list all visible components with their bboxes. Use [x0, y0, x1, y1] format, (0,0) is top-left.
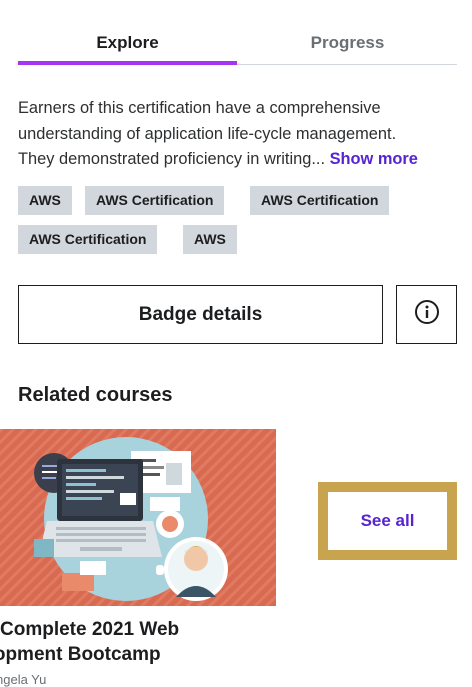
badge-description: Earners of this certification have a com…: [18, 96, 468, 173]
skill-tag[interactable]: AWS Certification: [85, 186, 225, 215]
skill-tag[interactable]: AWS: [183, 225, 237, 254]
info-circle-icon: [414, 299, 440, 330]
course-author: ngela Yu: [0, 672, 47, 687]
badge-details-button[interactable]: Badge details: [18, 285, 383, 344]
see-all-button[interactable]: See all: [328, 492, 447, 550]
course-thumbnail[interactable]: [0, 429, 276, 606]
tab-bar: Explore Progress: [18, 22, 457, 65]
skill-tag[interactable]: AWS Certification: [250, 186, 390, 215]
tab-explore[interactable]: Explore: [18, 22, 237, 65]
related-courses-heading: Related courses: [18, 384, 173, 406]
course-title[interactable]: Complete 2021 Web elopment Bootcamp: [0, 618, 179, 667]
show-more-link[interactable]: Show more: [330, 150, 418, 168]
skill-tag[interactable]: AWS: [18, 186, 72, 215]
see-all-focus-ring: See all: [318, 482, 457, 560]
badge-details-label: Badge details: [138, 303, 263, 325]
info-button[interactable]: [396, 285, 457, 344]
description-line: understanding of application life-cycle …: [18, 124, 397, 143]
course-title-line: elopment Bootcamp: [0, 643, 161, 665]
skill-tag[interactable]: AWS Certification: [18, 225, 158, 254]
course-title-line: Complete 2021 Web: [0, 619, 180, 640]
description-line: They demonstrated proficiency in writing…: [18, 150, 326, 168]
description-line: Earners of this certification have a com…: [18, 99, 381, 117]
description-line-with-link: They demonstrated proficiency in writing…: [18, 147, 468, 173]
tab-progress[interactable]: Progress: [238, 22, 457, 64]
